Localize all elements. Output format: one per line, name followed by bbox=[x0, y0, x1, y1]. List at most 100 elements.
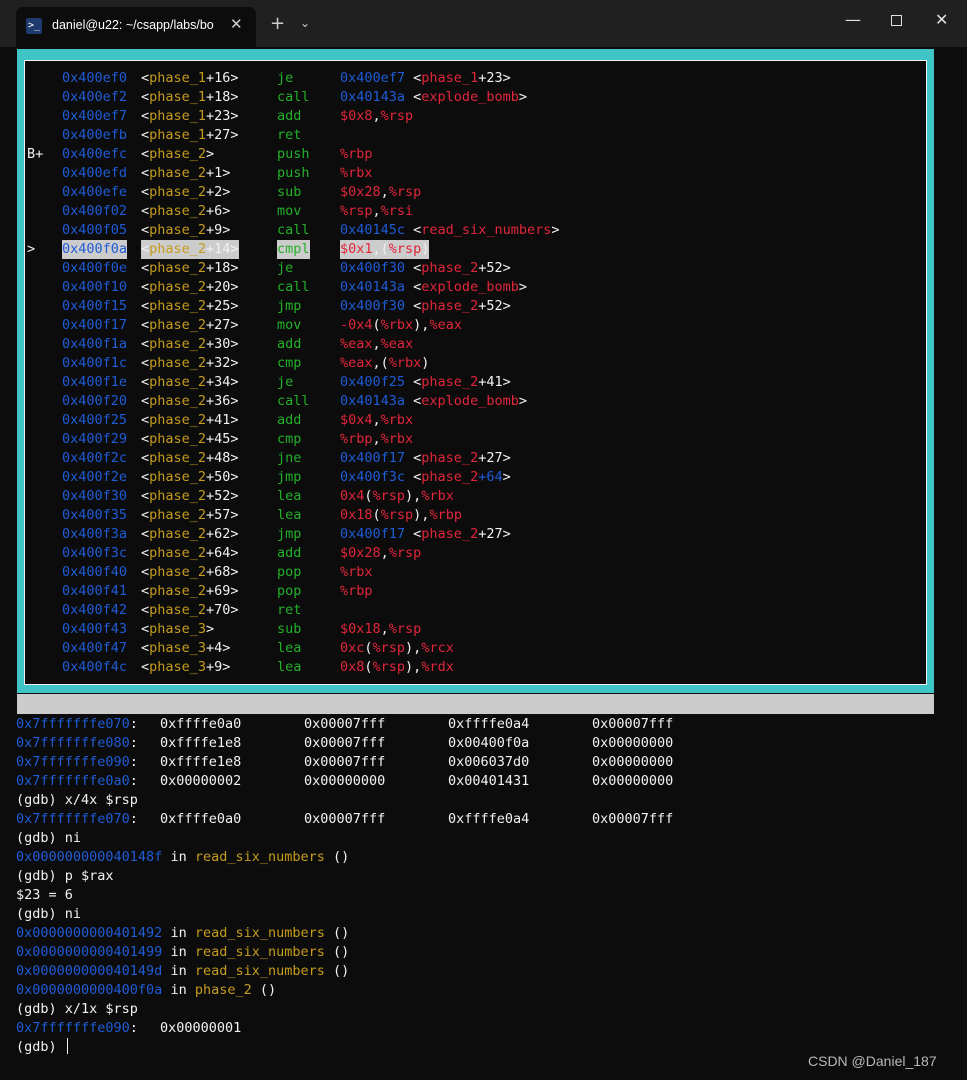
memory-word: 0x00007fff bbox=[592, 716, 674, 732]
frame-args: () bbox=[324, 925, 350, 941]
memory-word: 0xffffe1e8 bbox=[160, 735, 242, 751]
asm-address: 0x400f3a bbox=[62, 526, 128, 542]
symbol-offset: +14> bbox=[206, 241, 239, 257]
asm-mnemonic: pop bbox=[277, 564, 302, 580]
asm-mnemonic: push bbox=[277, 165, 310, 181]
asm-mnemonic: je bbox=[277, 374, 294, 390]
console-line: 0x7fffffffe090: 0x00000001 bbox=[16, 1019, 241, 1038]
asm-line[interactable]: 0x400f35 <phase_2+57> lea 0x18(%rsp),%rbp bbox=[25, 506, 926, 525]
operand-punct: , bbox=[372, 431, 381, 447]
asm-line[interactable]: 0x400f0e <phase_2+18> je 0x400f30 <phase_2+… bbox=[25, 259, 926, 278]
asm-line[interactable]: 0x400f1c <phase_2+32> cmp %eax,(%rbx) bbox=[25, 354, 926, 373]
symbol-offset: > bbox=[206, 621, 215, 637]
asm-line[interactable]: 0x400f1e <phase_2+34> je 0x400f25 <phase_2+… bbox=[25, 373, 926, 392]
asm-line[interactable]: 0x400efb <phase_1+27> ret bbox=[25, 126, 926, 145]
terminal-tab[interactable]: >_ daniel@u22: ~/csapp/labs/bo ✕ bbox=[16, 7, 256, 47]
console-line: (gdb) bbox=[16, 1038, 68, 1057]
asm-line[interactable]: 0x400ef7 <phase_1+23> add $0x8,%rsp bbox=[25, 107, 926, 126]
in-keyword: in bbox=[162, 925, 195, 941]
operand-register: %rsi bbox=[380, 203, 414, 219]
operand-punct: ( bbox=[364, 659, 373, 675]
asm-line[interactable]: 0x400f40 <phase_2+68> pop %rbx bbox=[25, 563, 926, 582]
operand-register: phase_2 bbox=[421, 469, 479, 485]
asm-line[interactable]: 0x400f10 <phase_2+20> call 0x40143a <explod… bbox=[25, 278, 926, 297]
asm-line[interactable]: 0x400f1a <phase_2+30> add %eax,%eax bbox=[25, 335, 926, 354]
operand-punct: , bbox=[380, 621, 389, 637]
symbol-name: phase_2 bbox=[149, 260, 207, 276]
asm-line[interactable]: 0x400f3c <phase_2+64> add $0x28,%rsp bbox=[25, 544, 926, 563]
operand-punct: > bbox=[551, 222, 560, 238]
operand-punct: ) bbox=[421, 241, 430, 257]
colon: : bbox=[129, 773, 138, 789]
asm-line[interactable]: 0x400ef2 <phase_1+18> call 0x40143a <explod… bbox=[25, 88, 926, 107]
console-line: 0x000000000040148f in read_six_numbers (… bbox=[16, 848, 349, 867]
colon: : bbox=[129, 716, 138, 732]
operand-punct: < bbox=[405, 222, 422, 238]
symbol-name: phase_2 bbox=[149, 431, 207, 447]
close-tab-icon[interactable]: ✕ bbox=[230, 15, 243, 33]
asm-operands: %eax,(%rbx) bbox=[340, 354, 429, 373]
memory-address: 0x7fffffffe080 bbox=[16, 735, 130, 751]
asm-line[interactable]: 0x400f43 <phase_3> sub $0x18,%rsp bbox=[25, 620, 926, 639]
asm-symbol: <phase_2+48> bbox=[141, 450, 239, 466]
asm-line[interactable]: 0x400efe <phase_2+2> sub $0x28,%rsp bbox=[25, 183, 926, 202]
asm-line-current[interactable]: >0x400f0a <phase_2+14> cmpl $0x1,(%rsp) bbox=[25, 240, 926, 259]
maximize-button[interactable] bbox=[891, 15, 902, 26]
console-line: 0x0000000000401499 in read_six_numbers (… bbox=[16, 943, 349, 962]
console-text: $23 = 6 bbox=[16, 887, 73, 903]
operand-address: 0x40143a bbox=[340, 393, 406, 409]
asm-line[interactable]: 0x400f30 <phase_2+52> lea 0x4(%rsp),%rbx bbox=[25, 487, 926, 506]
asm-address: 0x400f3c bbox=[62, 545, 128, 561]
asm-mnemonic: jmp bbox=[277, 469, 302, 485]
asm-line[interactable]: 0x400f4c <phase_3+9> lea 0x8(%rsp),%rdx bbox=[25, 658, 926, 677]
asm-operands: $0x28,%rsp bbox=[340, 544, 421, 563]
asm-mnemonic: add bbox=[277, 412, 302, 428]
asm-line[interactable]: 0x400f05 <phase_2+9> call 0x40145c <read_si… bbox=[25, 221, 926, 240]
asm-line[interactable]: 0x400f42 <phase_2+70> ret bbox=[25, 601, 926, 620]
asm-operands: %rbx bbox=[340, 563, 373, 582]
asm-line[interactable]: 0x400f29 <phase_2+45> cmp %rbp,%rbx bbox=[25, 430, 926, 449]
asm-symbol: <phase_2+45> bbox=[141, 431, 239, 447]
colon: : bbox=[129, 1020, 138, 1036]
asm-line[interactable]: 0x400efd <phase_2+1> push %rbx bbox=[25, 164, 926, 183]
asm-line[interactable]: 0x400f20 <phase_2+36> call 0x40143a <explod… bbox=[25, 392, 926, 411]
symbol-name: phase_3 bbox=[149, 640, 207, 656]
new-tab-button[interactable]: + bbox=[270, 13, 285, 34]
memory-word: 0xffffe0a0 bbox=[160, 811, 242, 827]
close-window-button[interactable]: ✕ bbox=[935, 10, 948, 29]
memory-word: 0x00401431 bbox=[448, 773, 530, 789]
asm-line[interactable]: 0x400f41 <phase_2+69> pop %rbp bbox=[25, 582, 926, 601]
asm-symbol: <phase_2+14> bbox=[141, 240, 239, 259]
gdb-prompt: (gdb) bbox=[16, 1039, 65, 1055]
asm-line[interactable]: 0x400f17 <phase_2+27> mov -0x4(%rbx),%eax bbox=[25, 316, 926, 335]
asm-line[interactable]: 0x400f3a <phase_2+62> jmp 0x400f17 <phase_2… bbox=[25, 525, 926, 544]
operand-register: %eax bbox=[380, 336, 414, 352]
operand-register: %rbx bbox=[388, 355, 422, 371]
asm-line[interactable]: 0x400f15 <phase_2+25> jmp 0x400f30 <phase_2… bbox=[25, 297, 926, 316]
asm-line[interactable]: B+ 0x400efc <phase_2> push %rbp bbox=[25, 145, 926, 164]
symbol-offset: +9> bbox=[206, 659, 231, 675]
in-keyword: in bbox=[162, 963, 195, 979]
asm-line[interactable]: 0x400f02 <phase_2+6> mov %rsp,%rsi bbox=[25, 202, 926, 221]
text-cursor bbox=[66, 1038, 68, 1054]
operand-punct: ( bbox=[372, 507, 381, 523]
asm-line[interactable]: 0x400f2e <phase_2+50> jmp 0x400f3c <phase_2… bbox=[25, 468, 926, 487]
asm-line[interactable]: 0x400f2c <phase_2+48> jne 0x400f17 <phase_2… bbox=[25, 449, 926, 468]
asm-mnemonic: sub bbox=[277, 184, 302, 200]
asm-line[interactable]: 0x400ef0 <phase_1+16> je 0x400ef7 <phase_1+… bbox=[25, 69, 926, 88]
disassembly-pane[interactable]: 0x400ef0 <phase_1+16> je 0x400ef7 <phase_1+… bbox=[24, 60, 927, 685]
gdb-command-console[interactable]: 0x7fffffffe070: 0xffffe0a0 0x00007fff 0xfff… bbox=[16, 714, 956, 1064]
chevron-down-icon[interactable]: ⌄ bbox=[300, 16, 310, 30]
operand-register: phase_2 bbox=[421, 526, 479, 542]
asm-mnemonic: call bbox=[277, 222, 310, 238]
operand-register: %rbp bbox=[340, 583, 373, 599]
console-line: $23 = 6 bbox=[16, 886, 73, 905]
symbol-offset: +4> bbox=[206, 640, 231, 656]
asm-line[interactable]: 0x400f25 <phase_2+41> add $0x4,%rbx bbox=[25, 411, 926, 430]
asm-mnemonic: ret bbox=[277, 602, 302, 618]
minimize-button[interactable]: — bbox=[845, 10, 861, 29]
operand-punct: ), bbox=[405, 640, 422, 656]
operand-address: 0x400f17 bbox=[340, 526, 406, 542]
asm-operands: 0x400f30 <phase_2+52> bbox=[340, 259, 511, 278]
asm-line[interactable]: 0x400f47 <phase_3+4> lea 0xc(%rsp),%rcx bbox=[25, 639, 926, 658]
